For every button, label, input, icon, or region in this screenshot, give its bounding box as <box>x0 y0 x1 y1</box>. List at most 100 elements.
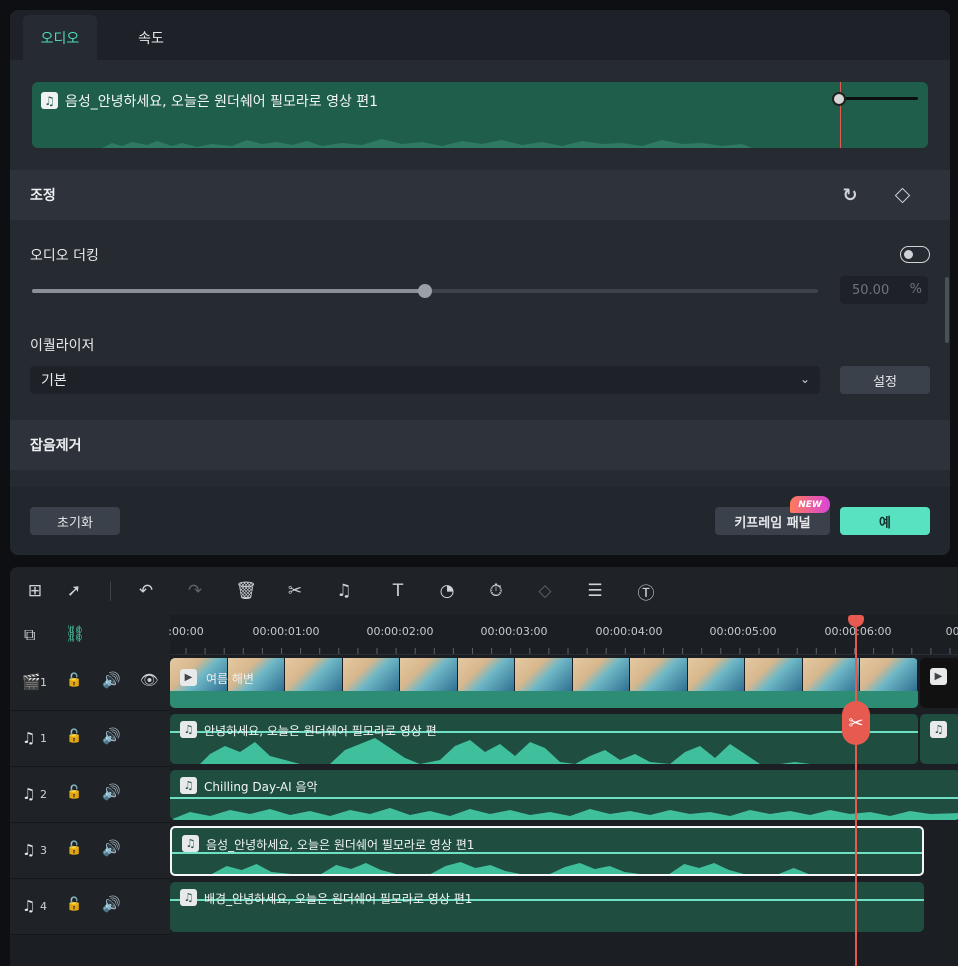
audio-lane-3: ♫ 음성_안녕하세요, 오늘은 원더쉐어 필모라로 영상 편1 <box>170 823 958 879</box>
timeline-playhead[interactable] <box>855 619 857 966</box>
split-scissors-icon[interactable]: ✂ <box>842 701 870 745</box>
music-note-icon: ♫ <box>22 785 36 803</box>
video-thumbnails <box>170 658 918 691</box>
video-clip-name: 여름 해변 <box>206 672 254 686</box>
text-icon[interactable]: T <box>386 579 410 603</box>
audio-clip-selected[interactable]: ♫ 음성_안녕하세요, 오늘은 원더쉐어 필모라로 영상 편1 <box>170 826 924 876</box>
track-number: 1 <box>40 732 47 745</box>
panel-scrollbar[interactable] <box>945 277 949 343</box>
volume-line[interactable] <box>838 97 918 100</box>
track-header-audio-4: ♫ 4 🔓 🔊 <box>10 879 170 935</box>
track-number: 2 <box>40 788 47 801</box>
video-clip-bar <box>170 691 918 708</box>
music-note-icon: ♫ <box>180 777 197 794</box>
tab-audio[interactable]: 오디오 <box>23 15 97 60</box>
audio-properties-panel: 오디오 속도 ♫ 음성_안녕하세요, 오늘은 원더쉐어 필모라로 영상 편1 조… <box>10 10 950 555</box>
timeline-toolbar: ⊞ ➚ ↶ ↷ 🗑 ✂ ♫ T ◔ ⏱ ◇ ☰ Ⓣ <box>10 567 958 615</box>
volume-keyframe-handle[interactable] <box>832 92 846 106</box>
new-badge: NEW <box>790 496 830 513</box>
music-note-icon: ♫ <box>182 835 199 852</box>
equalizer-settings-button[interactable]: 설정 <box>840 366 930 394</box>
speaker-icon[interactable]: 🔊 <box>102 671 121 689</box>
track-header-audio-2: ♫ 2 🔓 🔊 <box>10 767 170 823</box>
ducking-value-input[interactable]: 50.00 % <box>840 276 928 304</box>
lock-icon[interactable]: 🔓 <box>66 897 82 912</box>
noise-removal-title: 잡음제거 <box>30 438 82 454</box>
undo-icon[interactable]: ↶ <box>134 579 158 603</box>
audio-lane-2: ♫ Chilling Day-AI 음악 <box>170 767 958 823</box>
audio-ducking-toggle[interactable] <box>900 246 930 263</box>
ok-button[interactable]: 예 <box>840 507 930 535</box>
speech-to-text-icon[interactable]: Ⓣ <box>634 579 658 604</box>
delete-icon[interactable]: 🗑 <box>234 579 258 603</box>
reset-button[interactable]: 초기화 <box>30 507 120 535</box>
audio-clip-name: 음성_안녕하세요, 오늘은 원더쉐어 필모라로 영상 편1 <box>206 838 475 852</box>
equalizer-selected-value: 기본 <box>41 373 67 389</box>
music-note-icon: ♫ <box>41 92 58 109</box>
audio-clip-next[interactable]: ♫ <box>920 714 958 764</box>
noise-removal-section-header[interactable]: 잡음제거 <box>10 420 950 470</box>
music-note-icon: ♫ <box>22 897 36 915</box>
keyframe-icon[interactable]: ◇ <box>533 579 557 603</box>
audio-ducking-label: 오디오 더킹 <box>30 248 99 264</box>
eye-icon[interactable]: 👁 <box>140 671 159 689</box>
redo-icon[interactable]: ↷ <box>183 579 207 603</box>
audio-clip-name: Chilling Day-AI 음악 <box>204 780 318 794</box>
equalizer-select[interactable]: 기본 ⌄ <box>30 366 820 394</box>
speaker-icon[interactable]: 🔊 <box>102 895 121 913</box>
lock-icon[interactable]: 🔓 <box>66 729 82 744</box>
ruler-label: :00:00 <box>168 625 204 638</box>
ducking-slider-fill <box>32 289 425 293</box>
speed-icon[interactable]: ◔ <box>435 579 459 603</box>
ruler-ticks <box>185 648 951 654</box>
lock-icon[interactable]: 🔓 <box>66 841 82 856</box>
ducking-slider[interactable] <box>32 284 818 298</box>
speaker-icon[interactable]: 🔊 <box>102 727 121 745</box>
music-note-icon: ♫ <box>930 721 947 738</box>
video-clip[interactable]: ▶ 여름 해변 <box>170 658 918 708</box>
audio-lane-1: ♫ 안녕하세요, 오늘은 원더쉐어 필모라로 영상 편 ♫ <box>170 711 958 767</box>
music-note-icon: ♫ <box>22 841 36 859</box>
lock-icon[interactable]: 🔓 <box>66 673 82 688</box>
tab-bar: 오디오 속도 <box>10 10 950 60</box>
audio-waveform <box>170 808 958 820</box>
tab-speed[interactable]: 속도 <box>120 15 182 60</box>
audio-clip[interactable]: ♫ 배경_안녕하세요, 오늘은 원더쉐어 필모라로 영상 편1 <box>170 882 924 932</box>
ducking-value: 50.00 <box>852 282 890 298</box>
preview-waveform <box>102 139 752 148</box>
track-number: 3 <box>40 844 47 857</box>
link-icon[interactable]: ⛓ <box>65 624 85 643</box>
video-lane-1: ▶ 여름 해변 ▶ <box>170 655 958 711</box>
reset-icon[interactable]: ↻ <box>840 185 860 206</box>
track-header-video-1: 🎬 1 🔓 🔊 👁 <box>10 655 170 711</box>
cut-icon[interactable]: ✂ <box>283 579 307 603</box>
audio-edit-icon[interactable]: ♫ <box>332 579 356 603</box>
speaker-icon[interactable]: 🔊 <box>102 783 121 801</box>
chevron-down-icon: ⌄ <box>799 372 810 386</box>
ruler-label: 00:00:01:00 <box>252 625 320 638</box>
select-tool-icon[interactable]: ➚ <box>62 579 86 603</box>
video-clip-next[interactable]: ▶ <box>920 658 958 708</box>
track-number: 4 <box>40 900 47 913</box>
lock-icon[interactable]: 🔓 <box>66 785 82 800</box>
audio-waveform <box>200 738 810 764</box>
keyframe-diamond-icon[interactable] <box>892 185 912 205</box>
add-track-icon[interactable]: ⧉ <box>24 625 35 645</box>
timeline-panel: ⊞ ➚ ↶ ↷ 🗑 ✂ ♫ T ◔ ⏱ ◇ ☰ Ⓣ ⧉ ⛓ :00:00 00:… <box>10 567 958 966</box>
layout-icon[interactable]: ⊞ <box>23 579 47 603</box>
audio-lane-4: ♫ 배경_안녕하세요, 오늘은 원더쉐어 필모라로 영상 편1 <box>170 879 958 935</box>
track-header-top: ⧉ ⛓ <box>10 615 170 655</box>
ducking-unit: % <box>909 282 922 297</box>
adjust-icon[interactable]: ☰ <box>583 579 607 603</box>
adjust-section-title: 조정 <box>30 188 56 204</box>
adjust-section-header[interactable]: 조정 ↻ <box>10 170 950 220</box>
audio-clip[interactable]: ♫ 안녕하세요, 오늘은 원더쉐어 필모라로 영상 편 <box>170 714 918 764</box>
audio-clip[interactable]: ♫ Chilling Day-AI 음악 <box>170 770 958 820</box>
ruler-label: 00:00:06:00 <box>824 625 892 638</box>
time-ruler[interactable]: :00:00 00:00:01:00 00:00:02:00 00:00:03:… <box>168 617 958 655</box>
track-header-audio-3: ♫ 3 🔓 🔊 <box>10 823 170 879</box>
timer-icon[interactable]: ⏱ <box>484 579 508 603</box>
speaker-icon[interactable]: 🔊 <box>102 839 121 857</box>
audio-clip-preview: ♫ 음성_안녕하세요, 오늘은 원더쉐어 필모라로 영상 편1 <box>32 82 928 148</box>
ducking-slider-handle[interactable] <box>418 284 432 298</box>
